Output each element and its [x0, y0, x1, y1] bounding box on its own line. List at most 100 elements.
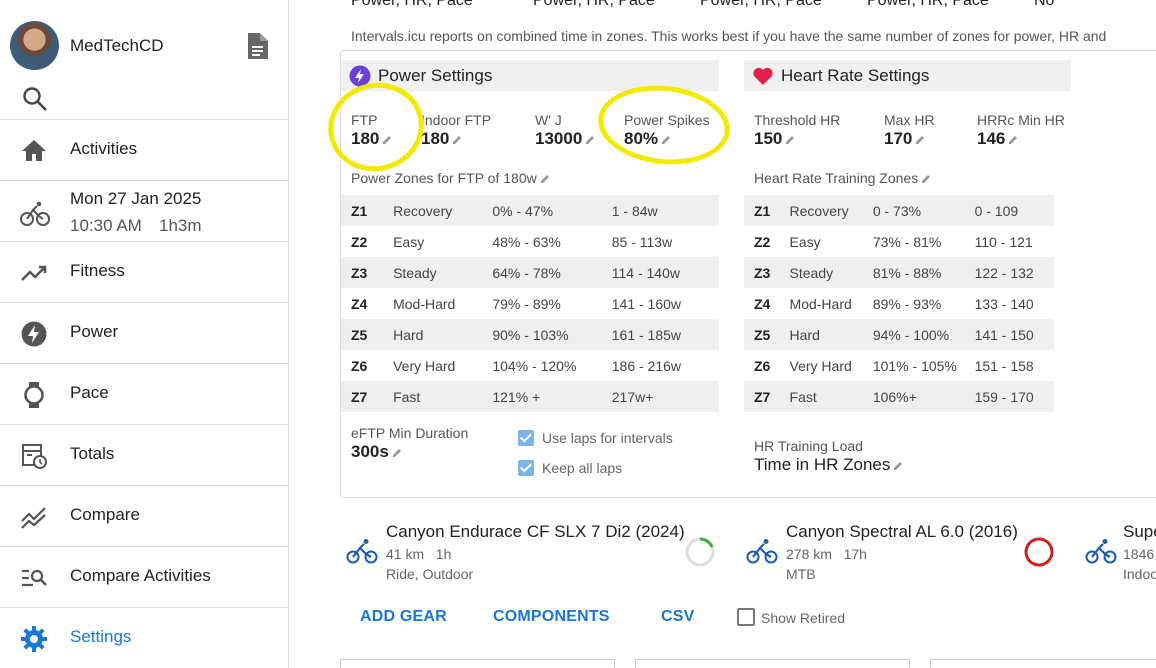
zones-note: Intervals.icu reports on combined time i…	[351, 28, 1107, 44]
gear-stats: 278 km 17h	[786, 546, 867, 562]
keep-laps-checkbox[interactable]: Keep all laps	[518, 460, 622, 477]
sidebar-item-activities[interactable]: Activities	[0, 119, 289, 179]
gear-time: 17h	[843, 546, 867, 562]
panel-edge	[340, 659, 615, 668]
sidebar-item-label: Pace	[70, 383, 109, 402]
pencil-icon[interactable]	[921, 174, 931, 184]
zone-name: Steady	[393, 257, 493, 288]
zone-name: Easy	[393, 233, 425, 250]
show-retired-checkbox[interactable]: Show Retired	[737, 608, 845, 628]
zone-name: Hard	[789, 319, 873, 350]
sidebar-item-compare-activities[interactable]: Compare Activities	[0, 546, 289, 606]
field-label: W' J	[535, 112, 562, 128]
user-name[interactable]: MedTechCD	[70, 36, 164, 56]
zone-row: Z1 Recovery 0% - 47% 1 - 84w	[341, 195, 719, 226]
pencil-icon[interactable]	[392, 448, 402, 458]
field-label: Indoor FTP	[421, 112, 492, 128]
zone-row: Z6 Very Hard 101% - 105% 151 - 158	[744, 350, 1054, 381]
zone-values: 159 - 170	[974, 381, 1054, 412]
pencil-icon[interactable]	[1008, 135, 1018, 145]
zone-number: Z6	[351, 357, 368, 374]
zone-values: 85 - 113w	[611, 233, 673, 250]
zone-values: 151 - 158	[974, 357, 1034, 374]
pencil-icon[interactable]	[452, 135, 462, 145]
zone-name: Mod-Hard	[789, 295, 852, 312]
pencil-icon[interactable]	[915, 135, 925, 145]
zone-number: Z4	[754, 295, 771, 312]
power-zones-label[interactable]: Power Zones for FTP of 180w	[351, 170, 550, 186]
gear-distance: 1846	[1123, 546, 1155, 562]
w-prime-field[interactable]: W' J 13000	[535, 112, 595, 149]
gear-icon	[20, 625, 48, 653]
avatar[interactable]	[10, 21, 59, 70]
sidebar-item-compare[interactable]: Compare	[0, 485, 289, 545]
gear-type: MTB	[786, 566, 816, 582]
gear-type: Indoo	[1123, 566, 1156, 582]
calendar-clock-icon	[20, 442, 48, 470]
zone-row: Z2 Easy 73% - 81% 110 - 121	[744, 226, 1054, 257]
field-label: Threshold HR	[754, 112, 841, 128]
sidebar-item-settings[interactable]: Settings	[0, 607, 289, 667]
zone-setting-value[interactable]: Power, HR, Pace	[867, 0, 989, 10]
zone-range: 73% - 81%	[872, 233, 942, 250]
main-content: Power, HR, Pace Power, HR, Pace Power, H…	[319, 0, 1156, 668]
search-icon[interactable]	[22, 86, 48, 117]
max-hr-field[interactable]: Max HR 170	[884, 112, 935, 149]
eftp-min-duration-field[interactable]: eFTP Min Duration 300s	[351, 425, 468, 462]
sidebar-item-pace[interactable]: Pace	[0, 363, 289, 423]
hr-zones-table: Z1 Recovery 0 - 73% 0 - 109 Z2 Easy 73% - 81% 1…	[744, 195, 1054, 412]
hrrc-min-hr-field[interactable]: HRRc Min HR 146	[977, 112, 1065, 149]
pencil-icon[interactable]	[540, 174, 550, 184]
hr-training-load-field[interactable]: HR Training Load Time in HR Zones	[754, 438, 903, 475]
sidebar: MedTechCD Activities Mon 27 Jan 2025 10:…	[0, 0, 289, 668]
checkbox-checked-icon	[518, 460, 534, 477]
zone-number: Z1	[744, 195, 790, 226]
add-gear-button[interactable]: ADD GEAR	[360, 608, 447, 626]
home-icon	[20, 137, 48, 165]
zone-name: Recovery	[789, 195, 873, 226]
heart-icon	[752, 65, 774, 92]
sidebar-item-label: Settings	[70, 627, 132, 646]
threshold-hr-field[interactable]: Threshold HR 150	[754, 112, 840, 149]
progress-ring-icon	[1023, 536, 1055, 573]
power-zones-table: Z1 Recovery 0% - 47% 1 - 84w Z2 Easy 48% - 63%…	[341, 195, 719, 412]
watch-icon	[20, 381, 48, 409]
sidebar-item-fitness[interactable]: Fitness	[0, 241, 289, 301]
zone-values: 161 - 185w	[611, 319, 719, 350]
zone-row: Z1 Recovery 0 - 73% 0 - 109	[744, 195, 1054, 226]
gear-name: Supe	[1123, 522, 1156, 541]
pencil-icon[interactable]	[585, 135, 595, 145]
zone-row: Z3 Steady 81% - 88% 122 - 132	[744, 257, 1054, 288]
indoor-ftp-field[interactable]: Indoor FTP 180	[421, 112, 491, 149]
pencil-icon[interactable]	[785, 135, 795, 145]
pencil-icon[interactable]	[893, 461, 903, 471]
zone-range: 121% +	[492, 381, 612, 412]
zone-number: Z2	[754, 233, 771, 250]
zone-number: Z5	[341, 319, 394, 350]
csv-button[interactable]: CSV	[661, 608, 695, 626]
use-laps-checkbox[interactable]: Use laps for intervals	[518, 430, 673, 447]
hr-zones-label[interactable]: Heart Rate Training Zones	[754, 170, 931, 186]
sidebar-item-totals[interactable]: Totals	[0, 424, 289, 484]
sidebar-item-current-activity[interactable]: Mon 27 Jan 2025 10:30 AM 1h3m	[0, 180, 289, 240]
zone-range: 94% - 100%	[872, 319, 975, 350]
bolt-icon	[20, 320, 48, 348]
field-label: HRRc Min HR	[977, 112, 1065, 128]
sidebar-item-power[interactable]: Power	[0, 302, 289, 362]
zone-setting-value[interactable]: Power, HR, Pace	[533, 0, 655, 10]
zone-setting-value[interactable]: Power, HR, Pace	[700, 0, 822, 10]
zone-setting-value[interactable]: Power, HR, Pace	[351, 0, 473, 10]
components-button[interactable]: COMPONENTS	[493, 608, 610, 626]
zone-number: Z7	[744, 381, 790, 412]
field-value: 300s	[351, 442, 389, 461]
zone-row: Z7 Fast 121% +217w+	[341, 381, 719, 412]
document-icon[interactable]	[246, 33, 268, 64]
gear-type: Ride, Outdoor	[386, 566, 474, 582]
multiline-chart-icon	[20, 503, 48, 531]
zone-range: 48% - 63%	[492, 233, 561, 250]
zone-setting-value[interactable]: No	[1034, 0, 1054, 10]
activity-duration: 1h3m	[159, 216, 202, 235]
sidebar-item-label: Fitness	[70, 261, 125, 280]
zone-row: Z3 Steady 64% - 78% 114 - 140w	[341, 257, 719, 288]
activity-time: 10:30 AM	[70, 216, 142, 235]
